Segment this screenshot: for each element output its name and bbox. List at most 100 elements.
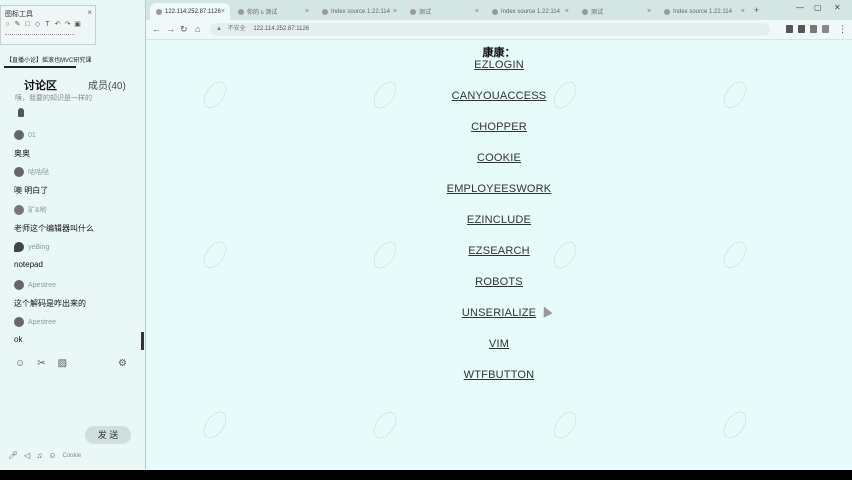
browser-tab[interactable]: Index source 1.22.114 ×: [658, 3, 750, 20]
tab-label: Index source 1.22.114: [673, 8, 732, 15]
tab-label: 测试: [419, 10, 432, 16]
tool-icons: ○ ✎ □ ◇ T ↶ ↷ ▣: [4, 21, 81, 29]
tab-label: 测试: [591, 10, 604, 16]
redo-icon[interactable]: ↷: [64, 21, 71, 29]
minimize-icon[interactable]: —: [796, 3, 804, 12]
close-tab-icon[interactable]: ×: [393, 8, 397, 15]
home-icon[interactable]: ⌂: [195, 24, 200, 34]
avatar: [14, 130, 24, 140]
emoji-icon[interactable]: ☺: [15, 358, 25, 369]
browser-tab-strip: 122.114.252.87:1126 × 你的 s 测试 × Index so…: [146, 0, 852, 20]
browser-tab[interactable]: Index source 1.22.114 ×: [316, 3, 402, 20]
extension-icon[interactable]: [786, 25, 793, 33]
browser-tab[interactable]: 测试 ×: [576, 3, 656, 20]
link-canyouaccess[interactable]: CANYOUACCESS: [146, 90, 852, 102]
watermark-shape: [549, 407, 581, 443]
close-window-icon[interactable]: ✕: [834, 3, 841, 12]
save-icon[interactable]: ▣: [74, 21, 81, 29]
close-tab-icon[interactable]: ×: [221, 8, 225, 15]
address-bar[interactable]: ▲ 不安全 122.114.252.87:1126: [210, 23, 770, 36]
ellipse-icon[interactable]: ○: [4, 21, 11, 29]
chat-message: 咕咕哒 噢 明白了: [14, 166, 142, 196]
forward-icon[interactable]: →: [166, 24, 175, 34]
link-wtfbutton[interactable]: WTFBUTTON: [146, 369, 852, 381]
speaker-icon[interactable]: ◁: [24, 451, 30, 460]
favicon-icon: [492, 8, 498, 15]
course-title: 【直播小论】摇滚也MVC研究课: [6, 58, 92, 64]
message-text: 奥奥: [14, 149, 30, 158]
screen: 图标工具 × ○ ✎ □ ◇ T ↶ ↷ ▣ 【直播小论】摇滚也MVC研究课 讨…: [0, 0, 852, 480]
close-tab-icon[interactable]: ×: [565, 8, 569, 15]
message-text: notepad: [14, 260, 43, 269]
tab-label: Index source 1.22.114: [501, 8, 560, 15]
back-icon[interactable]: ←: [152, 24, 161, 34]
sender-name: 咕咕哒: [28, 169, 49, 176]
tab-label: 你的 s 测试: [247, 10, 278, 16]
image-icon[interactable]: ▨: [58, 358, 67, 369]
link-employeeswork[interactable]: EMPLOYEESWORK: [146, 183, 852, 195]
reload-icon[interactable]: ↻: [180, 24, 188, 35]
extension-icon[interactable]: [798, 25, 805, 33]
tab-label: Index source 1.22.114: [331, 8, 390, 15]
tab-label: 122.114.252.87:1126: [165, 8, 221, 15]
favicon-icon: [410, 8, 416, 15]
chat-panel: 图标工具 × ○ ✎ □ ◇ T ↶ ↷ ▣ 【直播小论】摇滚也MVC研究课 讨…: [0, 0, 146, 470]
link-vim[interactable]: VIM: [146, 338, 852, 350]
square-icon[interactable]: □: [24, 21, 31, 29]
browser-tab[interactable]: Index source 1.22.114 ×: [486, 3, 574, 20]
extension-icon[interactable]: [810, 25, 817, 33]
watermark-shape: [369, 407, 401, 443]
menu-icon[interactable]: ⋮: [838, 24, 847, 35]
text-icon[interactable]: T: [44, 21, 51, 29]
pinned-message: 咦，我要的知识是一样的: [15, 95, 92, 102]
microphone-icon[interactable]: 🎤︎: [8, 451, 18, 460]
watermark-shape: [199, 407, 231, 443]
chat-message: yeBing notepad: [14, 241, 142, 269]
browser-tab[interactable]: 你的 s 测试 ×: [232, 3, 314, 20]
pencil-icon[interactable]: ✎: [14, 21, 21, 29]
chat-input-tools: ☺ ✂ ▨: [15, 358, 67, 369]
new-tab-icon[interactable]: +: [754, 5, 759, 15]
page-title: 康康：: [482, 47, 516, 59]
close-icon[interactable]: ×: [87, 8, 92, 17]
send-button[interactable]: 发 送: [85, 426, 131, 444]
music-icon[interactable]: ♫: [36, 451, 42, 460]
browser-toolbar: ← → ↻ ⌂ ▲ 不安全 122.114.252.87:1126 ⋮: [146, 20, 852, 40]
profile-icon[interactable]: [822, 25, 829, 33]
tab-discussion[interactable]: 讨论区: [24, 77, 57, 93]
close-tab-icon[interactable]: ×: [647, 8, 651, 15]
tab-members[interactable]: 成员(40): [88, 77, 126, 92]
maximize-icon[interactable]: ▢: [814, 3, 822, 12]
settings-icon[interactable]: ⚙: [118, 358, 127, 369]
close-tab-icon[interactable]: ×: [475, 8, 479, 15]
shape-icon[interactable]: ◇: [34, 21, 41, 29]
link-ezlogin[interactable]: EZLOGIN: [146, 59, 852, 71]
browser-tab[interactable]: 测试 ×: [404, 3, 484, 20]
message-text: 老师这个编辑器叫什么: [14, 224, 94, 233]
chat-message: 01 奥奥: [14, 129, 142, 159]
user-icon[interactable]: ☺: [48, 451, 56, 460]
scissors-icon[interactable]: ✂: [37, 358, 45, 369]
link-ezinclude[interactable]: EZINCLUDE: [146, 214, 852, 226]
chat-scrollbar[interactable]: [141, 332, 144, 350]
avatar: [14, 167, 24, 177]
browser-tab[interactable]: 122.114.252.87:1126 ×: [150, 3, 230, 20]
close-tab-icon[interactable]: ×: [305, 8, 309, 15]
sender-name: Apestree: [28, 281, 57, 289]
link-robots[interactable]: ROBOTS: [146, 276, 852, 288]
tool-window-title: 图标工具: [5, 11, 33, 18]
link-ezsearch[interactable]: EZSEARCH: [146, 245, 852, 257]
taskbar: [0, 470, 852, 480]
link-chopper[interactable]: CHOPPER: [146, 121, 852, 133]
link-unserialize[interactable]: UNSERIALIZE: [146, 307, 852, 319]
close-tab-icon[interactable]: ×: [741, 8, 745, 15]
sender-name: 01: [28, 131, 36, 139]
watermark-shape: [719, 407, 751, 443]
undo-icon[interactable]: ↶: [54, 21, 61, 29]
message-text: ok: [14, 335, 23, 344]
bottom-toolbar: 🎤︎ ◁ ♫ ☺ Cookie: [8, 451, 81, 460]
sender-name: Apestree: [28, 318, 57, 326]
avatar: [14, 317, 24, 327]
link-cookie[interactable]: COOKIE: [146, 152, 852, 164]
chat-message: Apestree 这个解码是咋出来的: [14, 279, 142, 309]
